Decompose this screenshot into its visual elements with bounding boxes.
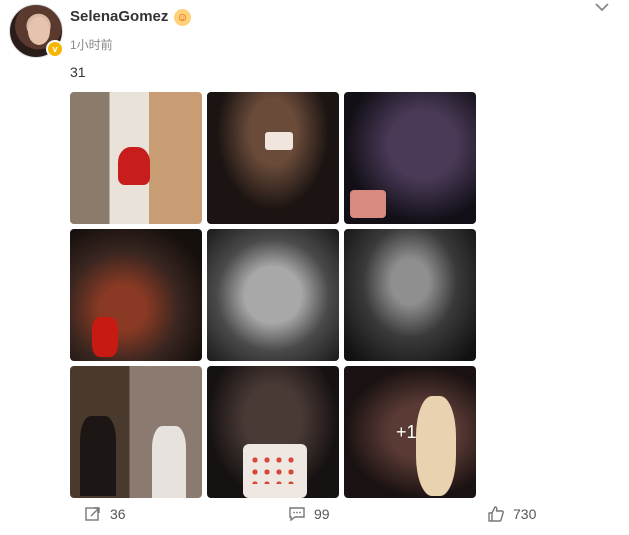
like-button[interactable]: 730 xyxy=(487,505,536,523)
emoji-badge-icon: ☺ xyxy=(174,9,191,26)
username[interactable]: SelenaGomez xyxy=(70,8,168,25)
comment-icon xyxy=(289,507,305,522)
photo-6[interactable] xyxy=(344,229,476,361)
photo-3[interactable] xyxy=(344,92,476,224)
photo-grid: +1 xyxy=(70,92,476,498)
post-text: 31 xyxy=(70,64,86,80)
photo-4[interactable] xyxy=(70,229,202,361)
chevron-down-icon[interactable] xyxy=(593,0,611,16)
like-count: 730 xyxy=(513,506,537,522)
share-icon xyxy=(85,507,100,521)
share-button[interactable]: 36 xyxy=(84,505,126,523)
thumbs-up-icon xyxy=(488,506,504,522)
post-time[interactable]: 1小时前 xyxy=(70,36,113,53)
photo-9[interactable]: +1 xyxy=(344,366,476,498)
photo-8[interactable] xyxy=(207,366,339,498)
photo-5[interactable] xyxy=(207,229,339,361)
verified-badge-icon: v xyxy=(46,40,64,58)
photo-1[interactable] xyxy=(70,92,202,224)
comment-count: 99 xyxy=(314,506,330,522)
photo-7[interactable] xyxy=(70,366,202,498)
photo-2[interactable] xyxy=(207,92,339,224)
more-photos-count[interactable]: +1 xyxy=(396,422,417,443)
comment-button[interactable]: 99 xyxy=(288,505,330,523)
share-count: 36 xyxy=(110,506,126,522)
post-footer: 36 99 730 xyxy=(0,505,629,533)
avatar-face xyxy=(28,17,50,45)
